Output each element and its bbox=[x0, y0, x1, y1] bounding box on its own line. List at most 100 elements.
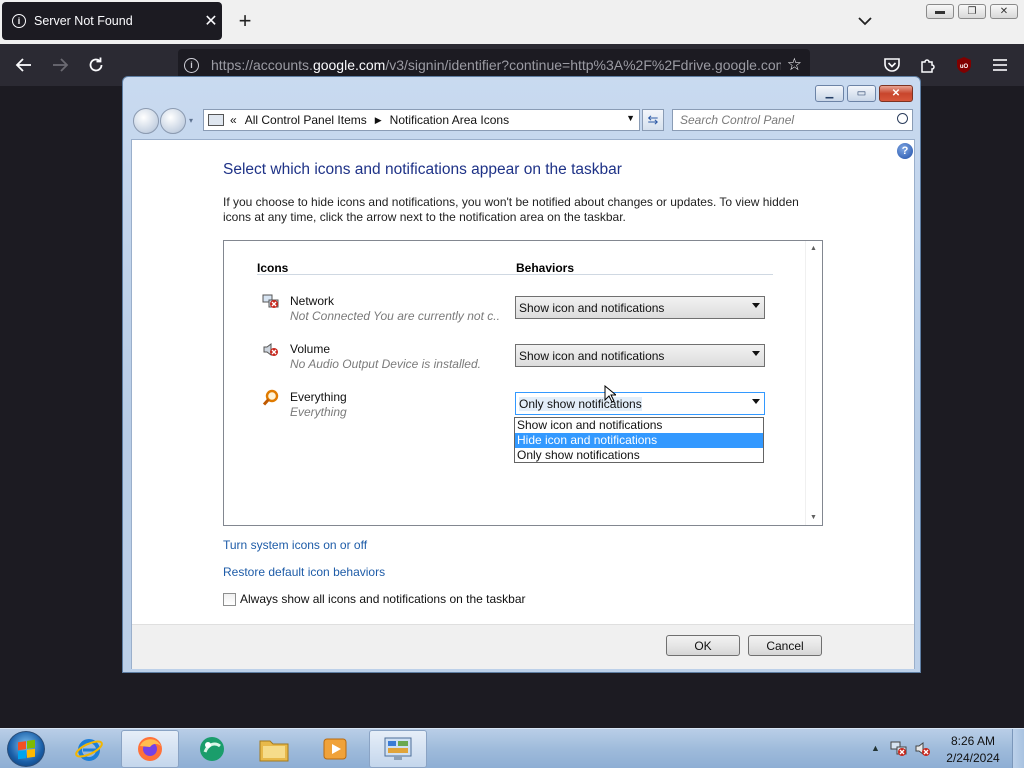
row-name: Volume bbox=[290, 342, 331, 356]
tab-title: Server Not Found bbox=[34, 14, 133, 28]
network-tray-icon[interactable] bbox=[890, 740, 908, 761]
address-dropdown-icon[interactable]: ▼ bbox=[626, 113, 635, 123]
dialog-footer: OK Cancel bbox=[132, 624, 914, 669]
refresh-button[interactable]: ⇆ bbox=[642, 109, 664, 131]
list-all-tabs-button[interactable] bbox=[856, 10, 874, 32]
internet-explorer-icon[interactable] bbox=[60, 730, 118, 768]
file-explorer-icon[interactable] bbox=[245, 730, 303, 768]
minimize-button[interactable]: ▁ bbox=[815, 85, 844, 102]
search-icon[interactable] bbox=[897, 113, 908, 124]
turn-system-icons-link[interactable]: Turn system icons on or off bbox=[223, 538, 367, 552]
page-title: Select which icons and notifications app… bbox=[223, 161, 622, 178]
row-name: Everything bbox=[290, 390, 347, 404]
svg-text:uO: uO bbox=[960, 64, 969, 70]
taskbar-clock[interactable]: 8:26 AM 2/24/2024 bbox=[938, 733, 1008, 767]
app-menu-icon[interactable] bbox=[988, 53, 1012, 77]
chevron-down-icon bbox=[752, 399, 760, 404]
behavior-select-network[interactable]: Show icon and notifications bbox=[515, 296, 765, 319]
firefox-icon[interactable] bbox=[121, 730, 179, 768]
always-show-label[interactable]: Always show all icons and notifications … bbox=[240, 592, 526, 606]
start-button[interactable] bbox=[7, 731, 45, 767]
browser-restore-button[interactable]: ❐ bbox=[958, 4, 986, 19]
behavior-value: Show icon and notifications bbox=[519, 301, 665, 315]
site-info-icon[interactable]: i bbox=[184, 57, 199, 73]
search-placeholder: Search Control Panel bbox=[680, 113, 795, 127]
content-pane: ? Select which icons and notifications a… bbox=[131, 139, 915, 669]
back-button[interactable] bbox=[133, 108, 159, 134]
breadcrumb-notification-area[interactable]: Notification Area Icons bbox=[390, 113, 509, 127]
mouse-cursor-icon bbox=[604, 385, 616, 403]
behavior-select-volume[interactable]: Show icon and notifications bbox=[515, 344, 765, 367]
always-show-row: Always show all icons and notifications … bbox=[223, 592, 526, 606]
address-bar[interactable]: « All Control Panel Items ▶ Notification… bbox=[203, 109, 640, 131]
bookmark-star-icon[interactable]: ☆ bbox=[787, 55, 802, 75]
tab-close-icon[interactable]: ✕ bbox=[200, 11, 222, 31]
breadcrumb-all-items[interactable]: All Control Panel Items bbox=[245, 113, 367, 127]
info-icon: i bbox=[12, 14, 26, 28]
network-icon bbox=[262, 293, 280, 311]
scroll-down-icon[interactable]: ▼ bbox=[810, 514, 817, 521]
volume-muted-icon bbox=[262, 341, 280, 359]
taskbar: ▲ 8:26 AM 2/24/2024 bbox=[0, 728, 1024, 768]
show-hidden-icons-icon[interactable]: ▲ bbox=[871, 743, 880, 753]
behavior-value: Show icon and notifications bbox=[519, 349, 665, 363]
page-description: If you choose to hide icons and notifica… bbox=[223, 195, 799, 224]
cancel-button[interactable]: Cancel bbox=[748, 635, 822, 656]
close-button[interactable]: ✕ bbox=[879, 85, 913, 102]
row-name: Network bbox=[290, 294, 335, 308]
extensions-icon[interactable] bbox=[916, 53, 940, 77]
pocket-icon[interactable] bbox=[880, 53, 904, 77]
back-button[interactable] bbox=[12, 53, 36, 77]
chevron-left-icon[interactable]: « bbox=[230, 113, 237, 127]
list-item: Network Not Connected You are currently … bbox=[262, 291, 782, 331]
search-input[interactable]: Search Control Panel bbox=[672, 109, 913, 131]
help-icon[interactable]: ? bbox=[897, 143, 913, 159]
chevron-down-icon bbox=[752, 303, 760, 308]
behavior-value: Only show notifications bbox=[519, 397, 642, 411]
behavior-dropdown-list: Show icon and notifications Hide icon an… bbox=[514, 417, 764, 463]
volume-tray-icon[interactable] bbox=[914, 740, 932, 761]
browser-minimize-button[interactable]: ▬ bbox=[926, 4, 954, 19]
row-description: No Audio Output Device is installed. bbox=[290, 357, 481, 371]
computer-icon bbox=[208, 114, 224, 126]
row-description: Not Connected You are currently not c... bbox=[290, 309, 500, 323]
column-header-icons: Icons bbox=[257, 261, 289, 275]
browser-tab[interactable]: i Server Not Found ✕ bbox=[2, 2, 222, 40]
recent-pages-icon[interactable]: ▾ bbox=[189, 116, 193, 125]
forward-button[interactable] bbox=[160, 108, 186, 134]
row-description: Everything bbox=[290, 405, 347, 419]
icon-list: Icons Behaviors Network Not Connected Yo… bbox=[223, 240, 823, 526]
forward-button[interactable] bbox=[48, 53, 72, 77]
restore-defaults-link[interactable]: Restore default icon behaviors bbox=[223, 565, 385, 579]
control-panel-icon[interactable] bbox=[369, 730, 427, 768]
column-header-behaviors: Behaviors bbox=[516, 261, 575, 275]
always-show-checkbox[interactable] bbox=[223, 592, 236, 606]
breadcrumb-separator-icon[interactable]: ▶ bbox=[375, 115, 382, 126]
control-panel-window: ▁ ▭ ✕ ▾ « All Control Panel Items ▶ Noti… bbox=[122, 76, 921, 673]
windows-logo-icon bbox=[18, 739, 35, 760]
dropdown-option-hide[interactable]: Hide icon and notifications bbox=[515, 433, 763, 448]
chevron-down-icon bbox=[752, 351, 760, 356]
everything-search-icon bbox=[262, 389, 280, 407]
list-item: Volume No Audio Output Device is install… bbox=[262, 339, 782, 379]
browser-close-button[interactable]: ✕ bbox=[990, 4, 1018, 19]
new-tab-button[interactable]: + bbox=[234, 10, 256, 34]
dropdown-option-show[interactable]: Show icon and notifications bbox=[515, 418, 763, 433]
media-player-icon[interactable] bbox=[307, 730, 365, 768]
maximize-button[interactable]: ▭ bbox=[847, 85, 876, 102]
media-center-icon[interactable] bbox=[183, 730, 241, 768]
clock-date: 2/24/2024 bbox=[946, 751, 1000, 765]
clock-time: 8:26 AM bbox=[950, 734, 996, 748]
scroll-up-icon[interactable]: ▲ bbox=[810, 245, 817, 252]
back-forward-buttons: ▾ bbox=[133, 108, 193, 134]
show-desktop-button[interactable] bbox=[1012, 729, 1024, 768]
url-text: https://accounts.google.com/v3/signin/id… bbox=[211, 57, 781, 73]
ok-button[interactable]: OK bbox=[666, 635, 740, 656]
header-divider bbox=[257, 274, 773, 275]
behavior-select-everything[interactable]: Only show notifications bbox=[515, 392, 765, 415]
dropdown-option-notifications-only[interactable]: Only show notifications bbox=[515, 448, 763, 463]
list-scrollbar[interactable]: ▲ ▼ bbox=[805, 241, 822, 525]
reload-button[interactable] bbox=[84, 53, 108, 77]
ublock-origin-icon[interactable]: uO bbox=[952, 53, 976, 77]
browser-tabstrip: i Server Not Found ✕ + ▬ ❐ ✕ bbox=[0, 0, 1024, 44]
